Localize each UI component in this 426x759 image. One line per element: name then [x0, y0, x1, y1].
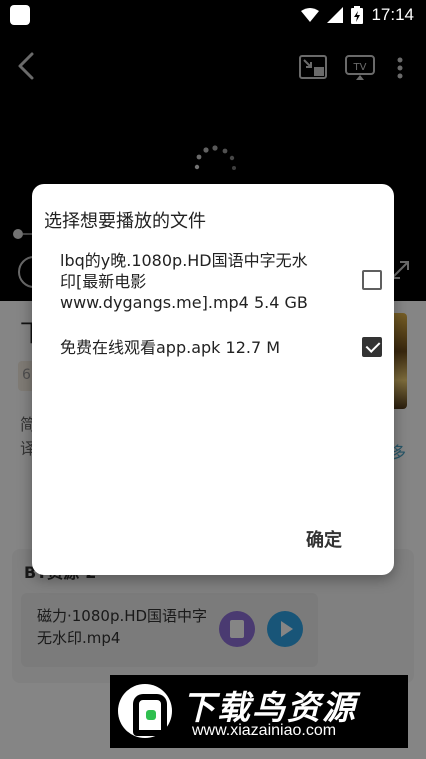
file-option-label: 免费在线观看app.apk 12.7 M	[60, 338, 281, 357]
cellular-icon	[327, 7, 344, 23]
ok-button[interactable]: 确定	[288, 522, 360, 558]
watermark: 下载鸟资源 www.xiazainiao.com	[110, 675, 408, 748]
watermark-url: www.xiazainiao.com	[192, 722, 337, 739]
file-select-dialog: 选择想要播放的文件 lbq的y晚.1080p.HD国语中字无水印[最新电影www…	[32, 184, 394, 575]
file-option-label: lbq的y晚.1080p.HD国语中字无水印[最新电影www.dygangs.m…	[60, 251, 308, 312]
bird-logo-icon	[118, 684, 172, 738]
file-option-checkbox[interactable]	[362, 270, 382, 290]
file-option-checkbox[interactable]	[362, 337, 382, 357]
battery-charging-icon	[351, 6, 364, 24]
status-bar: 17:14	[0, 0, 426, 30]
clock: 17:14	[371, 5, 414, 24]
file-option-movie[interactable]: lbq的y晚.1080p.HD国语中字无水印[最新电影www.dygangs.m…	[60, 250, 382, 313]
wifi-icon	[301, 8, 320, 22]
file-option-apk[interactable]: 免费在线观看app.apk 12.7 M	[60, 337, 382, 358]
dialog-title: 选择想要播放的文件	[44, 211, 206, 232]
app-icon	[10, 5, 30, 25]
status-icons: 17:14	[301, 5, 414, 25]
